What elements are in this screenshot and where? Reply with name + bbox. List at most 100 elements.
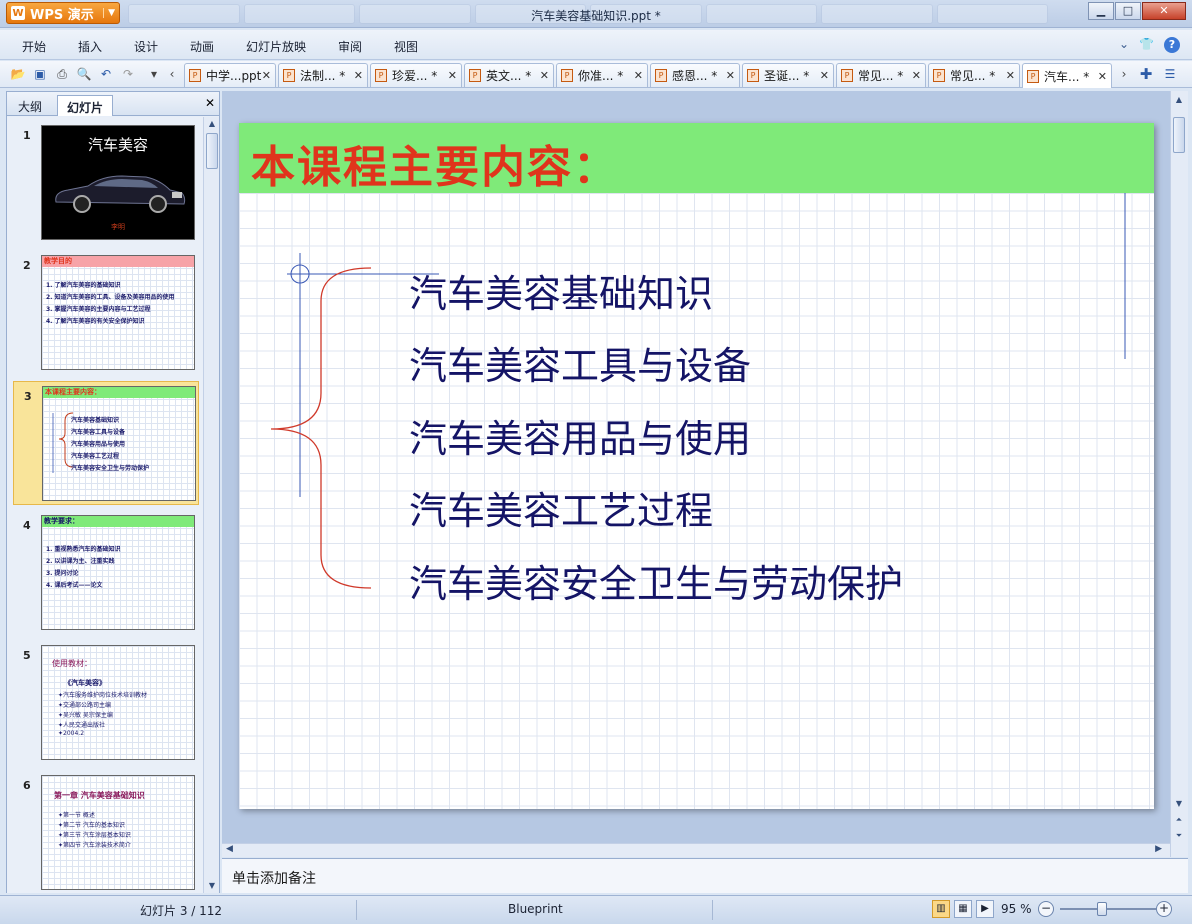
thumb-line: 4. 课后考试——论文 bbox=[46, 582, 103, 589]
thumbnail-scrollbar[interactable]: ▲ ▼ bbox=[203, 117, 219, 893]
undo-icon[interactable]: ↶ bbox=[98, 66, 114, 82]
thumb-line: ✦吴兴敏 吴宗保主编 bbox=[58, 712, 113, 719]
scrollbar-thumb[interactable] bbox=[1173, 117, 1185, 153]
save-icon[interactable]: ▣ bbox=[32, 66, 48, 82]
maximize-button[interactable]: □ bbox=[1115, 2, 1141, 20]
background-taskbar-strip bbox=[128, 4, 1048, 24]
slide-number: 5 bbox=[23, 649, 31, 662]
new-tab-icon[interactable]: ✚ bbox=[1138, 66, 1154, 82]
scroll-left-icon[interactable]: ‹ bbox=[164, 66, 180, 82]
menu-insert[interactable]: 插入 bbox=[78, 38, 102, 55]
menu-home[interactable]: 开始 bbox=[22, 38, 46, 55]
menu-view[interactable]: 视图 bbox=[394, 38, 418, 55]
close-icon[interactable]: ✕ bbox=[634, 69, 643, 82]
scroll-left-icon[interactable]: ◀ bbox=[226, 844, 233, 854]
thumb-line: 《汽车美容》 bbox=[64, 679, 106, 687]
slide-thumb-3[interactable]: 3 本课程主要内容： 汽车美容基础知识 汽车美容工具与设备 汽车美容用品与使用 … bbox=[13, 381, 199, 505]
previous-slide-icon[interactable]: ⏶ bbox=[1171, 813, 1187, 827]
doc-tab-3[interactable]: P 珍爱... * ✕ bbox=[370, 63, 462, 87]
doc-tab-active[interactable]: P 汽车... * ✕ bbox=[1022, 63, 1112, 88]
close-icon[interactable]: ✕ bbox=[262, 69, 271, 82]
thumb-author: 李明 bbox=[111, 223, 125, 231]
scroll-down-icon[interactable]: ▼ bbox=[1171, 797, 1187, 811]
chevron-down-icon[interactable]: ⌄ bbox=[1119, 37, 1129, 53]
thumb-line: ✦汽车服务维护岗位技术培训教材 bbox=[58, 692, 148, 699]
slideshow-icon[interactable]: ▶ bbox=[976, 900, 994, 918]
thumb-line: 3. 提问讨论 bbox=[46, 570, 79, 577]
scrollbar-thumb[interactable] bbox=[206, 133, 218, 169]
scroll-up-icon[interactable]: ▲ bbox=[1171, 93, 1187, 107]
doc-tab-6[interactable]: P 感恩... * ✕ bbox=[650, 63, 740, 87]
doc-tab-2[interactable]: P 法制... * ✕ bbox=[278, 63, 368, 87]
notes-pane[interactable]: 单击添加备注 bbox=[222, 858, 1188, 893]
skin-icon[interactable]: 👕 bbox=[1139, 37, 1154, 53]
slide-bullet-2[interactable]: 汽车美容工具与设备 bbox=[409, 335, 751, 390]
close-icon[interactable]: ✕ bbox=[1098, 70, 1107, 83]
menu-animation[interactable]: 动画 bbox=[190, 38, 214, 55]
wps-app-menu-button[interactable]: W WPS 演示 ▼ bbox=[6, 2, 120, 24]
menu-review[interactable]: 审阅 bbox=[338, 38, 362, 55]
ppt-file-icon: P bbox=[747, 69, 759, 82]
close-icon[interactable]: ✕ bbox=[354, 69, 363, 82]
doc-tab-label: 珍爱... * bbox=[392, 69, 438, 83]
close-icon[interactable]: ✕ bbox=[726, 69, 735, 82]
doc-tab-1[interactable]: P 中学...ppt ✕ bbox=[184, 63, 276, 87]
zoom-slider-knob[interactable] bbox=[1097, 902, 1107, 916]
normal-view-icon[interactable]: ▥ bbox=[932, 900, 950, 918]
doc-tab-5[interactable]: P 你准... * ✕ bbox=[556, 63, 648, 87]
zoom-in-icon[interactable]: + bbox=[1156, 901, 1172, 917]
close-icon[interactable]: ✕ bbox=[205, 96, 215, 110]
open-icon[interactable]: 📂 bbox=[10, 66, 26, 82]
menu-design[interactable]: 设计 bbox=[134, 38, 158, 55]
quick-toolbar: 📂 ▣ ⎙ 🔍 ↶ ↷ ▾ ‹ P 中学...ppt ✕ P 法制... * ✕… bbox=[0, 61, 1192, 88]
minimize-button[interactable]: ▁ bbox=[1088, 2, 1114, 20]
tab-list-icon[interactable]: ☰ bbox=[1162, 66, 1178, 82]
slide-thumb-6[interactable]: 6 第一章 汽车美容基础知识 ✦第一节 概述 ✦第二节 汽车的基本知识 ✦第三节… bbox=[13, 771, 199, 893]
zoom-slider[interactable] bbox=[1060, 908, 1156, 910]
slide-bullet-1[interactable]: 汽车美容基础知识 bbox=[409, 263, 713, 318]
more-icon[interactable]: ▾ bbox=[146, 66, 162, 82]
scroll-down-icon[interactable]: ▼ bbox=[204, 879, 220, 893]
close-button[interactable]: ✕ bbox=[1142, 2, 1186, 20]
close-icon[interactable]: ✕ bbox=[820, 69, 829, 82]
slide-bullet-5[interactable]: 汽车美容安全卫生与劳动保护 bbox=[409, 553, 903, 608]
slide-bullet-4[interactable]: 汽车美容工艺过程 bbox=[409, 480, 713, 535]
scroll-right-icon[interactable]: ▶ bbox=[1155, 844, 1162, 854]
help-icon[interactable]: ? bbox=[1164, 37, 1180, 53]
slide-bullet-3[interactable]: 汽车美容用品与使用 bbox=[409, 408, 751, 463]
slide-thumb-2[interactable]: 2 教学目的 1. 了解汽车美容的基础知识 2. 知道汽车美容的工具、设备及美容… bbox=[13, 251, 199, 375]
thumb-line: 1. 了解汽车美容的基础知识 bbox=[46, 282, 121, 289]
slide-sorter-icon[interactable]: ▦ bbox=[954, 900, 972, 918]
next-slide-icon[interactable]: ⏷ bbox=[1171, 829, 1187, 843]
tab-outline[interactable]: 大纲 bbox=[9, 95, 51, 116]
slide-thumb-4[interactable]: 4 教学要求： 1. 重视熟悉汽车的基础知识 2. 以讲课为主、注重实践 3. … bbox=[13, 511, 199, 635]
tab-slides[interactable]: 幻灯片 bbox=[57, 95, 114, 116]
thumb-line: 4. 了解汽车美容的有关安全保护知识 bbox=[46, 318, 145, 325]
thumb-line: 1. 重视熟悉汽车的基础知识 bbox=[46, 546, 121, 553]
slide-thumb-5[interactable]: 5 使用教材： 《汽车美容》 ✦汽车服务维护岗位技术培训教材 ✦交通部公路司主编… bbox=[13, 641, 199, 765]
close-icon[interactable]: ✕ bbox=[1006, 69, 1015, 82]
doc-tab-label: 中学...ppt bbox=[206, 69, 262, 83]
ppt-file-icon: P bbox=[933, 69, 945, 82]
horizontal-scrollbar[interactable]: ◀ ▶ bbox=[222, 843, 1170, 857]
ppt-file-icon: P bbox=[189, 69, 201, 82]
slide-thumb-1[interactable]: 1 汽车美容 李明 bbox=[13, 121, 199, 245]
close-icon[interactable]: ✕ bbox=[540, 69, 549, 82]
close-icon[interactable]: ✕ bbox=[912, 69, 921, 82]
current-slide[interactable]: 本课程主要内容： 汽车美容基础知识 汽车美容工具与设备 汽车美容用品与使用 汽车… bbox=[239, 123, 1154, 809]
print-icon[interactable]: ⎙ bbox=[54, 66, 70, 82]
doc-tab-4[interactable]: P 英文... * ✕ bbox=[464, 63, 554, 87]
thumb-line: 3. 掌握汽车美容的主要内容与工艺过程 bbox=[46, 306, 151, 313]
close-icon[interactable]: ✕ bbox=[448, 69, 457, 82]
menu-slideshow[interactable]: 幻灯片放映 bbox=[246, 38, 306, 55]
doc-tab-7[interactable]: P 圣诞... * ✕ bbox=[742, 63, 834, 87]
slide-scrollbar[interactable]: ▲ ▼ ⏶ ⏷ bbox=[1170, 91, 1188, 857]
zoom-out-icon[interactable]: − bbox=[1038, 901, 1054, 917]
doc-tab-9[interactable]: P 常见... * ✕ bbox=[928, 63, 1020, 87]
scroll-up-icon[interactable]: ▲ bbox=[204, 117, 220, 131]
ppt-file-icon: P bbox=[283, 69, 295, 82]
doc-tab-8[interactable]: P 常见... * ✕ bbox=[836, 63, 926, 87]
print-preview-icon[interactable]: 🔍 bbox=[76, 66, 92, 82]
redo-icon[interactable]: ↷ bbox=[120, 66, 136, 82]
scroll-right-icon[interactable]: › bbox=[1116, 66, 1132, 82]
